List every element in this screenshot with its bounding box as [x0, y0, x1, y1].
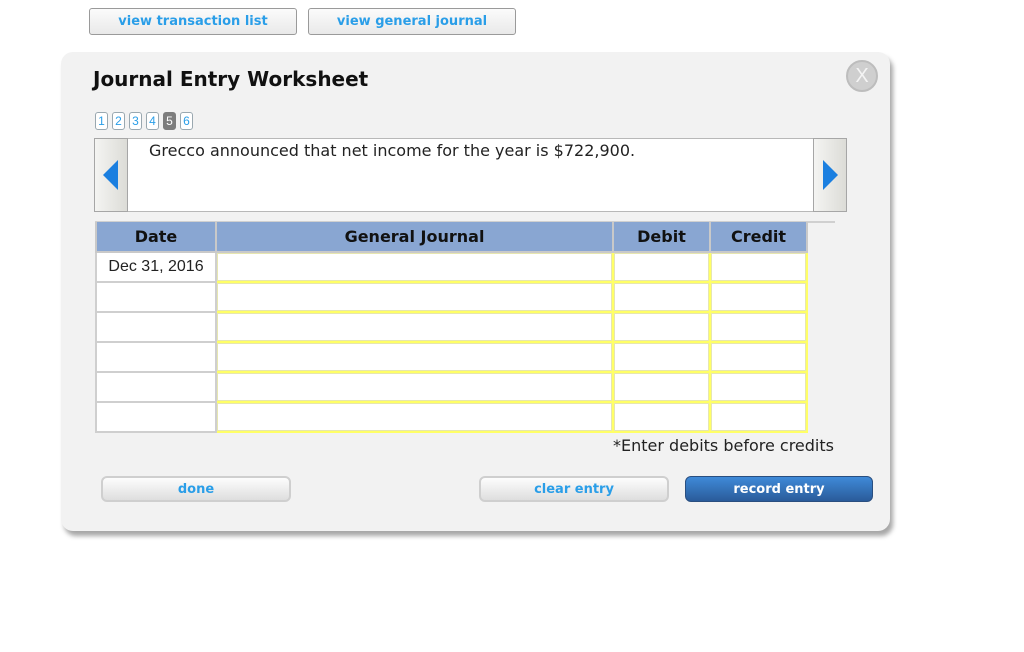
next-button[interactable] [813, 138, 847, 212]
account-input[interactable] [217, 253, 612, 281]
journal-table: Date General Journal Debit Credit Dec 31… [95, 222, 808, 433]
done-button[interactable]: done [101, 476, 291, 502]
date-cell [95, 401, 217, 433]
date-cell: Dec 31, 2016 [95, 251, 217, 283]
page-2-button[interactable]: 2 [112, 112, 125, 130]
arrow-right-icon [823, 160, 838, 190]
table-row [95, 371, 808, 403]
view-general-journal-button[interactable]: view general journal [308, 8, 516, 35]
debit-input[interactable] [614, 403, 709, 431]
column-header-general-journal: General Journal [215, 222, 614, 253]
date-cell [95, 281, 217, 313]
credit-input[interactable] [711, 343, 806, 371]
page-1-button[interactable]: 1 [95, 112, 108, 130]
table-row [95, 281, 808, 313]
page-selector: 1 2 3 4 5 6 [95, 112, 193, 130]
debit-input[interactable] [614, 283, 709, 311]
debit-input[interactable] [614, 313, 709, 341]
close-button[interactable]: X [846, 60, 878, 92]
date-cell [95, 341, 217, 373]
page-3-button[interactable]: 3 [129, 112, 142, 130]
close-icon: X [855, 64, 869, 87]
credit-input[interactable] [711, 283, 806, 311]
journal-entry-worksheet-panel: Journal Entry Worksheet X 1 2 3 4 5 6 Gr… [61, 52, 890, 531]
debits-before-credits-note: *Enter debits before credits [613, 436, 834, 455]
account-input[interactable] [217, 283, 612, 311]
table-row [95, 401, 808, 433]
date-cell [95, 371, 217, 403]
arrow-left-icon [103, 160, 118, 190]
debit-input[interactable] [614, 343, 709, 371]
page-6-button[interactable]: 6 [180, 112, 193, 130]
credit-input[interactable] [711, 253, 806, 281]
account-input[interactable] [217, 403, 612, 431]
table-header: Date General Journal Debit Credit [95, 222, 808, 253]
table-row: Dec 31, 2016 [95, 251, 808, 283]
date-cell [95, 311, 217, 343]
account-input[interactable] [217, 373, 612, 401]
debit-input[interactable] [614, 373, 709, 401]
column-header-debit: Debit [612, 222, 711, 253]
column-header-credit: Credit [709, 222, 808, 253]
page-4-button[interactable]: 4 [146, 112, 159, 130]
credit-input[interactable] [711, 373, 806, 401]
clear-entry-button[interactable]: clear entry [479, 476, 669, 502]
column-header-date: Date [95, 222, 217, 253]
worksheet-title: Journal Entry Worksheet [93, 67, 369, 91]
account-input[interactable] [217, 343, 612, 371]
table-row [95, 341, 808, 373]
account-input[interactable] [217, 313, 612, 341]
credit-input[interactable] [711, 403, 806, 431]
view-transaction-list-button[interactable]: view transaction list [89, 8, 297, 35]
previous-button[interactable] [94, 138, 128, 212]
page-5-button[interactable]: 5 [163, 112, 176, 130]
record-entry-button[interactable]: record entry [685, 476, 873, 502]
debit-input[interactable] [614, 253, 709, 281]
credit-input[interactable] [711, 313, 806, 341]
transaction-description: Grecco announced that net income for the… [149, 141, 636, 160]
table-row [95, 311, 808, 343]
